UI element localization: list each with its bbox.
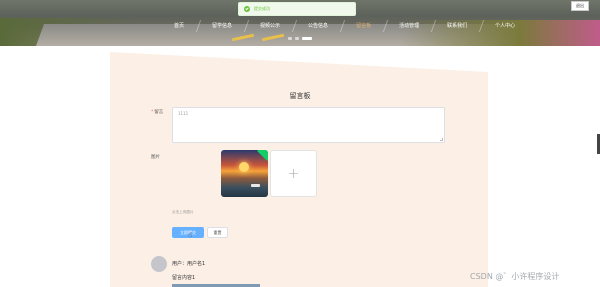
upload-success-corner [257, 150, 268, 161]
hand-cursor-icon: ☝ [188, 231, 193, 239]
nav-item-video[interactable]: 视频公示 [246, 14, 294, 38]
watermark: CSDN @゛小许程序设计 [470, 272, 560, 281]
image-upload-button[interactable]: + [270, 150, 317, 197]
plus-icon: + [287, 165, 300, 182]
required-mark: * [151, 110, 154, 115]
main-nav: 首页 留学信息 视频公示 公告信息 留言板 活动管理 联系我们 个人中心 [160, 14, 529, 38]
nav-item-study-info[interactable]: 留学信息 [198, 14, 246, 38]
nav-item-profile[interactable]: 个人中心 [481, 14, 529, 38]
avatar [151, 256, 167, 272]
carousel-indicators [288, 37, 312, 40]
carousel-dot-active[interactable] [302, 37, 312, 40]
message-label-text: 留言 [154, 110, 164, 115]
carousel-dot[interactable] [295, 37, 299, 40]
message-value: 1111 [178, 111, 189, 116]
upload-hint: 点击上传图片 [172, 210, 194, 214]
success-check-icon [244, 6, 250, 12]
image-label: 图片 [151, 155, 160, 160]
nav-item-announcements[interactable]: 公告信息 [294, 14, 342, 38]
success-toast: 提交成功 [238, 2, 356, 16]
message-textarea[interactable]: 1111 [172, 107, 445, 143]
resize-handle[interactable] [440, 138, 443, 141]
uploaded-image-thumbnail[interactable] [221, 150, 268, 197]
reset-button[interactable]: 重置 [207, 227, 228, 238]
sunset-image-sun [239, 162, 249, 172]
nav-item-contact[interactable]: 联系我们 [433, 14, 481, 38]
toast-text: 提交成功 [254, 6, 270, 11]
message-label: *留言 [151, 109, 163, 115]
comment-content: 留言内容1 [172, 275, 196, 281]
carousel-dot[interactable] [288, 37, 292, 40]
sunset-image-boat [251, 184, 260, 187]
comment-user: 用户：用户名1 [172, 261, 206, 267]
nav-item-home[interactable]: 首页 [160, 14, 198, 38]
logout-button[interactable]: 退出 [571, 1, 589, 11]
nav-item-activities[interactable]: 活动管理 [385, 14, 433, 38]
nav-item-message-board[interactable]: 留言板 [342, 14, 385, 38]
page-title: 留言板 [289, 92, 311, 100]
